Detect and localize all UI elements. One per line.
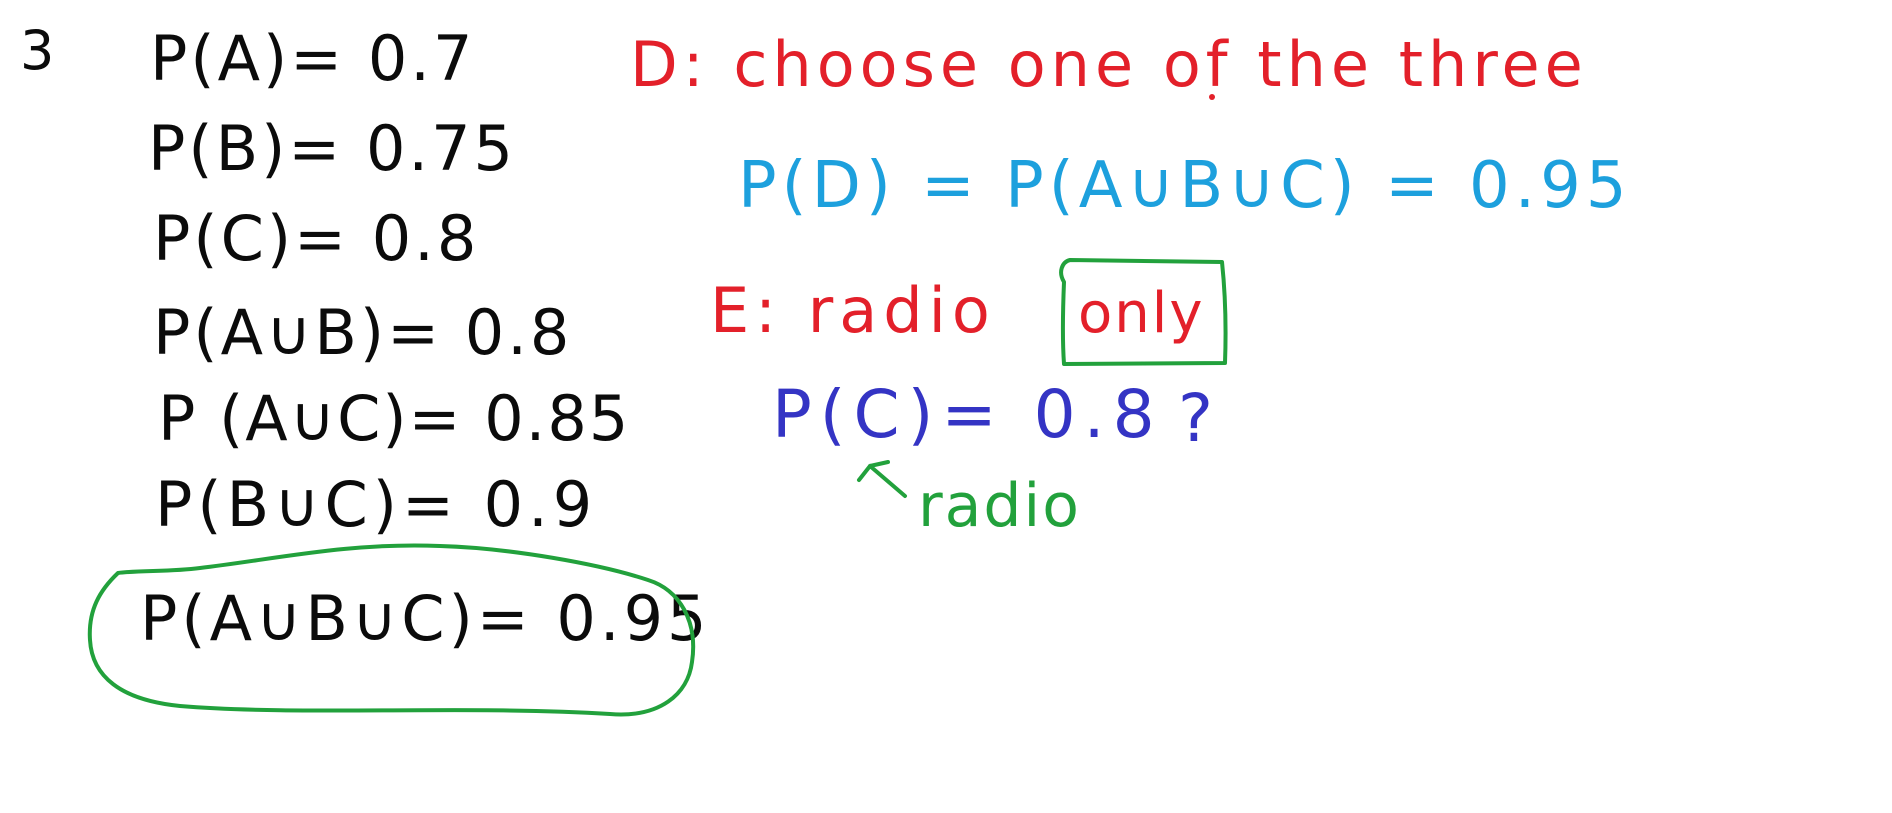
event-e-only-word: only	[1078, 281, 1205, 346]
radio-annotation-label: radio	[918, 471, 1081, 541]
given-p-c: P(C)= 0.8	[153, 202, 480, 275]
given-p-b-union-c: P(B∪C)= 0.9	[155, 468, 598, 541]
radio-arrow	[857, 460, 907, 498]
given-p-b: P(B)= 0.75	[148, 112, 517, 185]
event-d-definition: D: choose one of the three	[630, 28, 1588, 101]
given-p-a-union-b: P(A∪B)= 0.8	[153, 296, 573, 369]
probability-c-radio: P(C)= 0.8	[772, 376, 1163, 453]
given-p-a: P(A)= 0.7	[150, 22, 476, 95]
probability-d: P(D) = P(A∪B∪C) = 0.95	[738, 149, 1632, 223]
given-p-a-union-c: P (A∪C)= 0.85	[158, 382, 631, 455]
event-e-definition: E: radio	[710, 274, 996, 347]
given-p-a-union-b-union-c: P(A∪B∪C)= 0.95	[140, 582, 711, 655]
problem-number: 3	[20, 19, 57, 82]
whiteboard-canvas: 3 P(A)= 0.7 P(B)= 0.75 P(C)= 0.8 P(A∪B)=…	[0, 0, 1892, 813]
question-mark: ?	[1178, 380, 1216, 457]
